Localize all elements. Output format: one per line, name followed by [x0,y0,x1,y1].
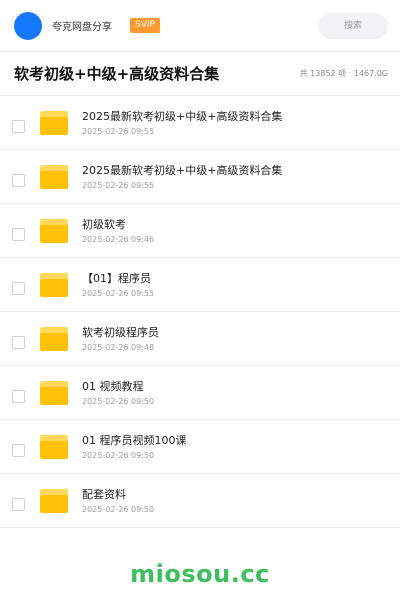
search-input[interactable] [318,12,388,39]
list-item[interactable]: 2025最新软考初级+中级+高级资料合集 2025-02-26 09:55 [0,96,400,150]
file-info: 【01】程序员 2025-02-26 09:55 [82,271,154,298]
row-checkbox[interactable] [12,282,25,295]
file-date: 2025-02-26 09:55 [82,127,155,136]
file-name[interactable]: 01 视频教程 [82,379,154,394]
file-date: 2025-02-26 09:46 [82,235,155,244]
folder-icon [40,218,68,243]
avatar[interactable] [14,11,42,40]
top-bar: 夸克网盘分享 SVIP [0,0,400,52]
folder-icon [40,110,68,135]
file-name[interactable]: 01 程序员视频100课 [82,433,187,448]
file-info: 2025最新软考初级+中级+高级资料合集 2025-02-26 09:55 [82,109,282,136]
row-checkbox[interactable] [12,390,25,403]
file-info: 配套资料 2025-02-26 09:50 [82,487,154,514]
file-date: 2025-02-26 09:50 [82,505,155,514]
file-info: 01 视频教程 2025-02-26 09:50 [82,379,154,406]
list-item[interactable]: 01 视频教程 2025-02-26 09:50 [0,366,400,420]
folder-icon [40,434,68,459]
row-checkbox[interactable] [12,120,25,133]
list-item[interactable]: 配套资料 2025-02-26 09:50 [0,474,400,528]
list-item[interactable]: 初级软考 2025-02-26 09:46 [0,204,400,258]
row-checkbox[interactable] [12,174,25,187]
file-info: 软考初级程序员 2025-02-26 09:48 [82,325,159,352]
file-date: 2025-02-26 09:50 [82,397,155,406]
file-date: 2025-02-26 09:55 [82,181,155,190]
list-item[interactable]: 2025最新软考初级+中级+高级资料合集 2025-02-26 09:55 [0,150,400,204]
file-info: 01 程序员视频100课 2025-02-26 09:50 [82,433,187,460]
file-info: 2025最新软考初级+中级+高级资料合集 2025-02-26 09:55 [82,163,282,190]
folder-icon [40,272,68,297]
list-item[interactable]: 【01】程序员 2025-02-26 09:55 [0,258,400,312]
folder-icon [40,326,68,351]
row-checkbox[interactable] [12,336,25,349]
file-date: 2025-02-26 09:55 [82,289,155,298]
row-checkbox[interactable] [12,498,25,511]
file-name[interactable]: 【01】程序员 [82,271,154,286]
folder-icon [40,380,68,405]
file-name[interactable]: 软考初级程序员 [82,325,159,340]
row-checkbox[interactable] [12,228,25,241]
svip-badge: SVIP [130,18,160,33]
title-row: 软考初级+中级+高级资料合集 共 13852 项 · 1467.0G [0,52,400,96]
watermark: miosou.cc [130,560,270,588]
item-count-summary: 共 13852 项 · 1467.0G [299,69,388,78]
file-name[interactable]: 初级软考 [82,217,154,232]
file-list: 2025最新软考初级+中级+高级资料合集 2025-02-26 09:55 20… [0,96,400,528]
file-date: 2025-02-26 09:50 [82,451,155,460]
row-checkbox[interactable] [12,444,25,457]
list-item[interactable]: 01 程序员视频100课 2025-02-26 09:50 [0,420,400,474]
folder-icon [40,164,68,189]
folder-icon [40,488,68,513]
list-item[interactable]: 软考初级程序员 2025-02-26 09:48 [0,312,400,366]
file-name[interactable]: 2025最新软考初级+中级+高级资料合集 [82,109,282,124]
page-title: 软考初级+中级+高级资料合集 [14,65,220,83]
file-date: 2025-02-26 09:48 [82,343,155,352]
file-name[interactable]: 配套资料 [82,487,154,502]
file-name[interactable]: 2025最新软考初级+中级+高级资料合集 [82,163,282,178]
file-info: 初级软考 2025-02-26 09:46 [82,217,154,244]
user-name[interactable]: 夸克网盘分享 [52,18,112,33]
